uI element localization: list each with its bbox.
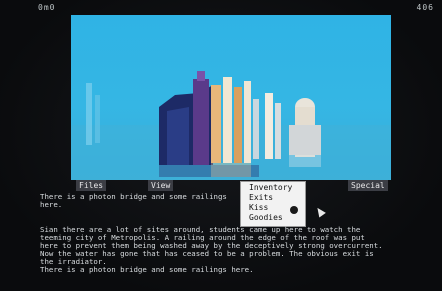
scene-view: [71, 15, 391, 180]
status-bar: 0m0 406: [0, 0, 442, 16]
menu-files[interactable]: Files: [76, 180, 107, 191]
text-line: There is a photon bridge and some railin…: [40, 192, 227, 201]
status-right: 406: [416, 3, 434, 12]
text-line: There is a photon bridge and some railin…: [40, 265, 254, 274]
menu-special[interactable]: Special: [348, 180, 388, 191]
city-skyline-illustration: [71, 71, 391, 180]
dropdown-item-inventory[interactable]: Inventory: [249, 183, 292, 192]
text-line: here.: [40, 200, 63, 209]
status-left: 0m0: [38, 3, 56, 12]
game-screen: 0m0 406 Files View Special Inventory Exi…: [0, 0, 442, 291]
menu-view[interactable]: View: [148, 180, 174, 191]
narrative-text: There is a photon bridge and some railin…: [40, 192, 436, 289]
